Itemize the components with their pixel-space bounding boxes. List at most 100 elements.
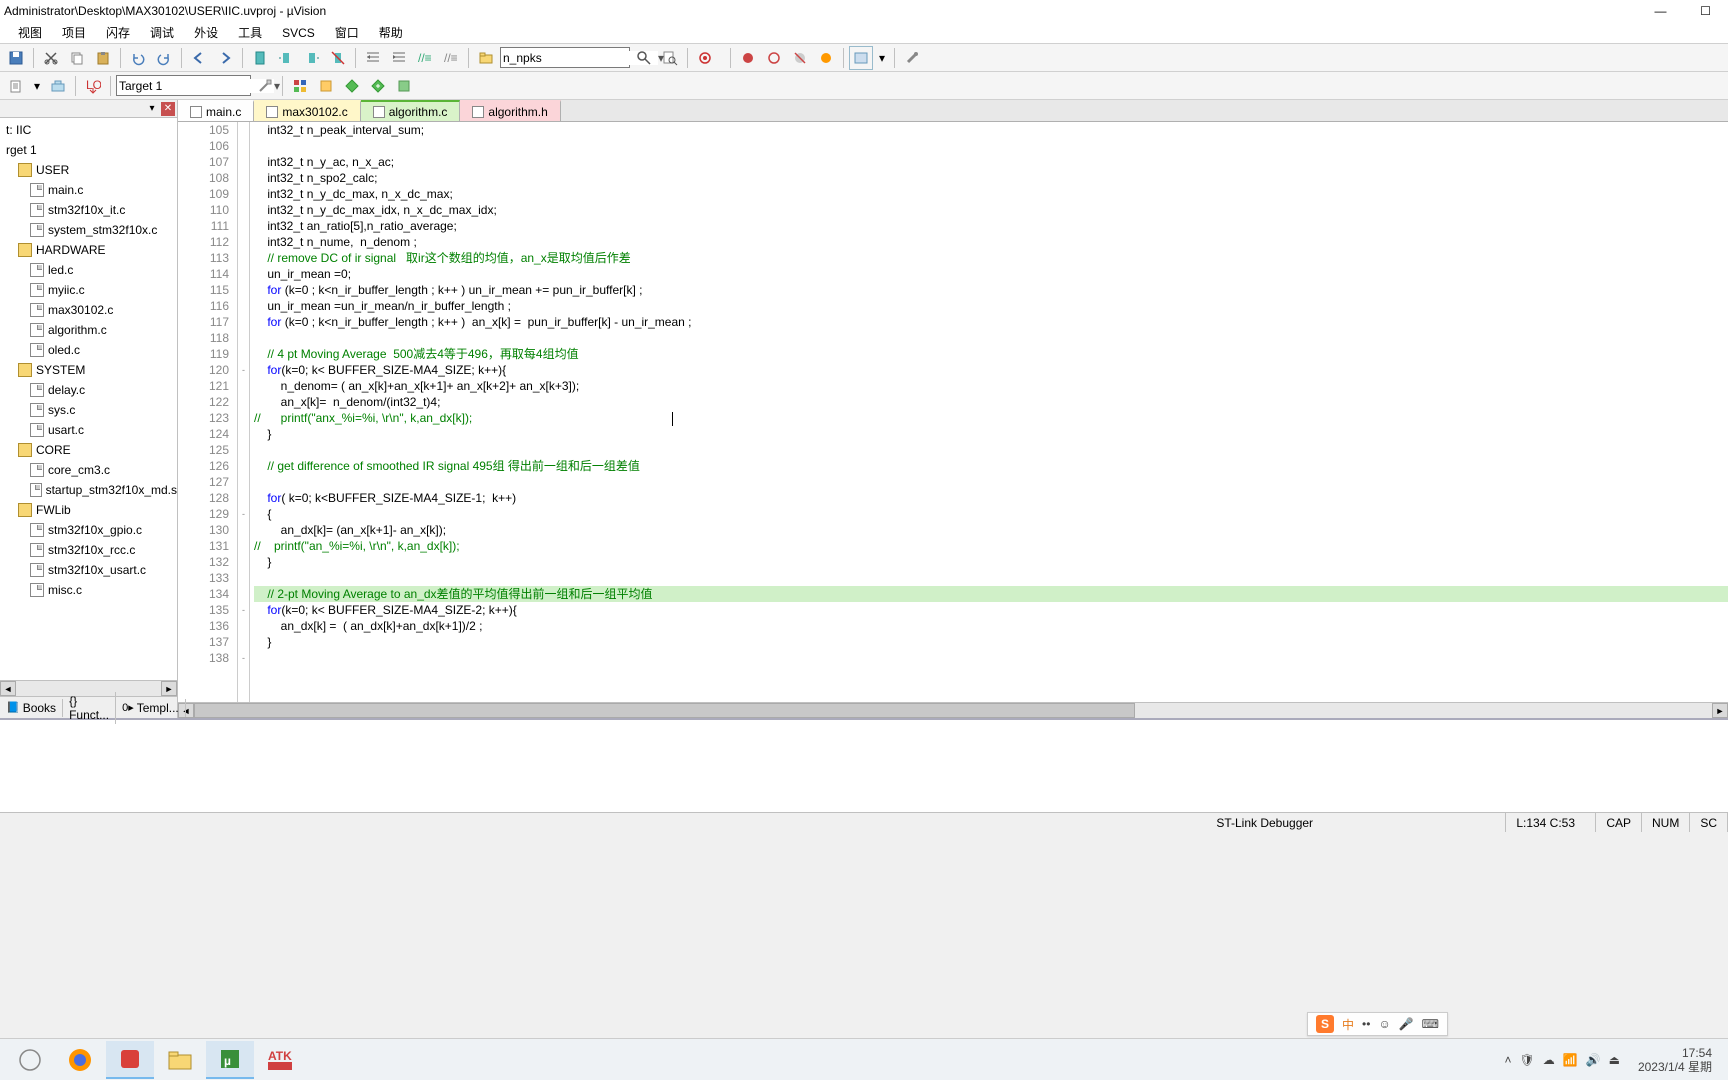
panel-tab-templates[interactable]: 0▸Templ... bbox=[116, 699, 186, 717]
ime-keyboard-icon[interactable]: ⌨ bbox=[1422, 1017, 1439, 1031]
menu-project[interactable]: 项目 bbox=[52, 22, 96, 43]
indent-button[interactable] bbox=[361, 46, 385, 70]
save-all-button[interactable] bbox=[4, 46, 28, 70]
tree-group-hardware[interactable]: HARDWARE bbox=[0, 240, 177, 260]
manage-project-button[interactable] bbox=[288, 74, 312, 98]
taskbar-atk[interactable]: ATK bbox=[256, 1041, 304, 1079]
nav-back-button[interactable] bbox=[187, 46, 211, 70]
scroll-thumb[interactable] bbox=[194, 703, 1135, 718]
bookmark-prev-button[interactable] bbox=[274, 46, 298, 70]
fold-column[interactable]: ---- bbox=[238, 122, 250, 702]
target-input[interactable] bbox=[119, 79, 274, 93]
maximize-button[interactable]: ☐ bbox=[1683, 0, 1728, 22]
tree-file[interactable]: startup_stm32f10x_md.s bbox=[0, 480, 177, 500]
taskbar-app1[interactable] bbox=[106, 1041, 154, 1079]
panel-tab-books[interactable]: 📘 Books bbox=[0, 699, 63, 717]
sogou-icon[interactable]: S bbox=[1316, 1015, 1334, 1033]
code-editor[interactable]: 1051061071081091101111121131141151161171… bbox=[178, 122, 1728, 702]
tree-file[interactable]: misc.c bbox=[0, 580, 177, 600]
tree-file[interactable]: led.c bbox=[0, 260, 177, 280]
uncomment-button[interactable]: //≡ bbox=[439, 46, 463, 70]
menu-view[interactable]: 视图 bbox=[8, 22, 52, 43]
ime-lang[interactable]: 中 bbox=[1342, 1016, 1354, 1033]
menu-tools[interactable]: 工具 bbox=[228, 22, 272, 43]
tray-shield-icon[interactable]: 🛡 bbox=[1519, 1053, 1534, 1067]
tree-group-system[interactable]: SYSTEM bbox=[0, 360, 177, 380]
menu-svcs[interactable]: SVCS bbox=[272, 24, 325, 42]
window-button[interactable] bbox=[849, 46, 873, 70]
taskbar-explorer[interactable] bbox=[156, 1041, 204, 1079]
tray-up-icon[interactable]: ˄ bbox=[1504, 1053, 1511, 1067]
tree-file[interactable]: stm32f10x_rcc.c bbox=[0, 540, 177, 560]
ime-bar[interactable]: S 中 •• ☺ 🎤 ⌨ bbox=[1307, 1012, 1448, 1036]
breakpoint-disable-button[interactable] bbox=[788, 46, 812, 70]
tree-file[interactable]: algorithm.c bbox=[0, 320, 177, 340]
tray-clock[interactable]: 17:54 2023/1/4 星期 bbox=[1628, 1046, 1712, 1074]
pack-button[interactable] bbox=[392, 74, 416, 98]
scroll-right-icon[interactable]: ► bbox=[1712, 703, 1728, 718]
books-button[interactable] bbox=[340, 74, 364, 98]
bookmark-button[interactable] bbox=[248, 46, 272, 70]
breakpoint-kill-button[interactable] bbox=[814, 46, 838, 70]
menu-help[interactable]: 帮助 bbox=[369, 22, 413, 43]
bookmark-next-button[interactable] bbox=[300, 46, 324, 70]
folder-button[interactable] bbox=[474, 46, 498, 70]
ime-punct-icon[interactable]: •• bbox=[1362, 1017, 1370, 1031]
scroll-left-icon[interactable]: ◄ bbox=[0, 681, 16, 696]
find-button[interactable] bbox=[632, 46, 656, 70]
breakpoint-insert-button[interactable] bbox=[736, 46, 760, 70]
build-button[interactable] bbox=[46, 74, 70, 98]
target-combo[interactable]: ▾ bbox=[116, 75, 251, 96]
menu-window[interactable]: 窗口 bbox=[325, 22, 369, 43]
breakpoint-enable-button[interactable] bbox=[762, 46, 786, 70]
download-button[interactable]: LOAD bbox=[81, 74, 105, 98]
unindent-button[interactable] bbox=[387, 46, 411, 70]
start-button[interactable] bbox=[6, 1041, 54, 1079]
find-combo[interactable]: ▾ bbox=[500, 47, 630, 68]
tree-file[interactable]: max30102.c bbox=[0, 300, 177, 320]
scroll-track[interactable] bbox=[194, 703, 1712, 718]
tray-network-icon[interactable]: 📶 bbox=[1563, 1053, 1578, 1067]
tree-file[interactable]: stm32f10x_gpio.c bbox=[0, 520, 177, 540]
scroll-right-icon[interactable]: ► bbox=[161, 681, 177, 696]
tree-file[interactable]: myiic.c bbox=[0, 280, 177, 300]
menu-peripherals[interactable]: 外设 bbox=[184, 22, 228, 43]
options-button[interactable]: ▾ bbox=[30, 74, 44, 98]
code-content[interactable]: int32_t n_peak_interval_sum; int32_t n_y… bbox=[250, 122, 1728, 702]
tab-main-c[interactable]: main.c bbox=[178, 100, 254, 121]
tree-file[interactable]: usart.c bbox=[0, 420, 177, 440]
env-button[interactable] bbox=[366, 74, 390, 98]
tray-volume-icon[interactable]: 🔊 bbox=[1586, 1053, 1601, 1067]
menu-debug[interactable]: 调试 bbox=[140, 22, 184, 43]
configure-button[interactable] bbox=[900, 46, 924, 70]
taskbar-keil[interactable]: µ bbox=[206, 1041, 254, 1079]
taskbar-firefox[interactable] bbox=[56, 1041, 104, 1079]
redo-button[interactable] bbox=[152, 46, 176, 70]
tree-group-core[interactable]: CORE bbox=[0, 440, 177, 460]
tree-file[interactable]: main.c bbox=[0, 180, 177, 200]
copy-button[interactable] bbox=[65, 46, 89, 70]
file-extensions-button[interactable] bbox=[314, 74, 338, 98]
tree-file[interactable]: oled.c bbox=[0, 340, 177, 360]
menu-flash[interactable]: 闪存 bbox=[96, 22, 140, 43]
editor-hscroll[interactable]: ◄ ► bbox=[178, 702, 1728, 718]
tray-onedrive-icon[interactable]: ☁ bbox=[1543, 1053, 1555, 1067]
tab-algorithm-c[interactable]: algorithm.c bbox=[361, 100, 461, 121]
pin-icon[interactable]: ▾ bbox=[145, 102, 159, 116]
minimize-button[interactable]: — bbox=[1638, 0, 1683, 22]
undo-button[interactable] bbox=[126, 46, 150, 70]
target-options-button[interactable] bbox=[253, 74, 277, 98]
bookmark-clear-button[interactable] bbox=[326, 46, 350, 70]
ime-mic-icon[interactable]: 🎤 bbox=[1399, 1017, 1414, 1031]
tree-file[interactable]: stm32f10x_it.c bbox=[0, 200, 177, 220]
tray-usb-icon[interactable]: ⏏ bbox=[1609, 1053, 1620, 1067]
tree-file[interactable]: delay.c bbox=[0, 380, 177, 400]
find-in-files-button[interactable] bbox=[658, 46, 682, 70]
tab-max30102-c[interactable]: max30102.c bbox=[254, 100, 360, 121]
tree-file[interactable]: stm32f10x_usart.c bbox=[0, 560, 177, 580]
cut-button[interactable] bbox=[39, 46, 63, 70]
translate-button[interactable] bbox=[4, 74, 28, 98]
dropdown-button[interactable]: ▾ bbox=[875, 46, 889, 70]
debug-button[interactable] bbox=[693, 46, 717, 70]
tree-group-user[interactable]: USER bbox=[0, 160, 177, 180]
